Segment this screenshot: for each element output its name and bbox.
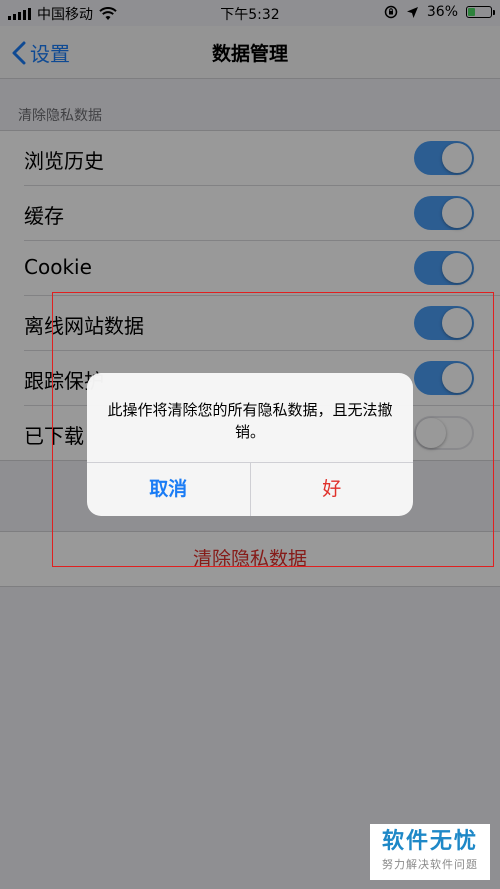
ok-button[interactable]: 好 <box>251 463 414 516</box>
alert-buttons: 取消 好 <box>87 462 413 516</box>
watermark-title: 软件无忧 <box>381 829 478 854</box>
confirm-alert: 此操作将清除您的所有隐私数据，且无法撤销。 取消 好 <box>87 373 413 516</box>
alert-message: 此操作将清除您的所有隐私数据，且无法撤销。 <box>107 401 393 441</box>
watermark-subtitle: 努力解决软件问题 <box>382 858 478 871</box>
cancel-button[interactable]: 取消 <box>87 463 251 516</box>
watermark-logo: 软件无忧 努力解决软件问题 <box>370 824 490 880</box>
